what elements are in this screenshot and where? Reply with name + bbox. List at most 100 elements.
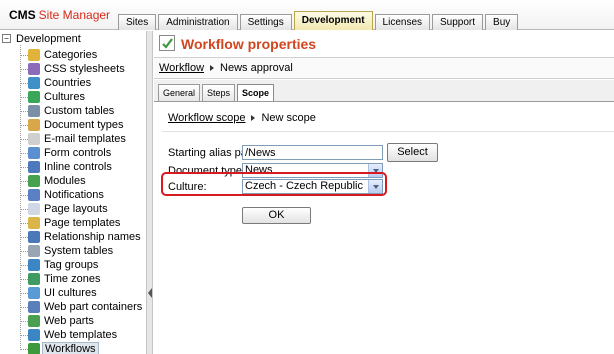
- scope-breadcrumb-link[interactable]: Workflow scope: [168, 112, 245, 124]
- logo-cms: CMS: [9, 8, 36, 22]
- tree-item-label: Workflows: [42, 342, 99, 354]
- tree-item-label: Document types: [44, 119, 124, 131]
- tree-item-form-controls[interactable]: Form controls: [20, 146, 113, 160]
- tree-item-web-parts[interactable]: Web parts: [20, 314, 96, 328]
- tree-item-time-zones[interactable]: Time zones: [20, 272, 102, 286]
- tab-administration[interactable]: Administration: [158, 14, 238, 30]
- tree-item-label: UI cultures: [44, 287, 97, 299]
- tree-item-ui-cultures[interactable]: UI cultures: [20, 286, 99, 300]
- tree-connector: [20, 124, 28, 126]
- tree-item-web-part-containers[interactable]: Web part containers: [20, 300, 144, 314]
- scope-breadcrumb-arrow-icon: [251, 115, 256, 121]
- tree-item-page-templates[interactable]: Page templates: [20, 216, 122, 230]
- relationship-icon: [28, 231, 40, 243]
- title-bar: Workflow properties: [154, 31, 614, 57]
- tree-connector: [20, 208, 28, 210]
- tree-item-document-types[interactable]: Document types: [20, 118, 125, 132]
- tree-root-development[interactable]: − Development: [2, 31, 81, 46]
- breadcrumb-workflow-link[interactable]: Workflow: [159, 62, 204, 74]
- tree-item-system-tables[interactable]: System tables: [20, 244, 115, 258]
- tab-steps[interactable]: Steps: [202, 84, 236, 101]
- email-icon: [28, 133, 40, 145]
- alias-path-input[interactable]: [242, 145, 383, 160]
- tree-connector: [20, 250, 28, 252]
- tree-item-css-stylesheets[interactable]: CSS stylesheets: [20, 62, 127, 76]
- section-divider: [162, 131, 614, 132]
- tree-connector: [20, 236, 28, 238]
- tree-root-label: Development: [16, 32, 81, 45]
- tree-item-label: CSS stylesheets: [44, 63, 125, 75]
- tree-item-label: Web parts: [44, 315, 94, 327]
- top-header: CMS Site Manager Sites Administration Set…: [0, 0, 614, 30]
- tree-item-label: Custom tables: [44, 105, 115, 117]
- web-part-containers-icon: [28, 301, 40, 313]
- tree-connector: [20, 180, 28, 182]
- ok-button[interactable]: OK: [242, 207, 311, 224]
- breadcrumb-current: News approval: [220, 62, 293, 74]
- tree-item-e-mail-templates[interactable]: E-mail templates: [20, 132, 128, 146]
- document-types-icon: [28, 119, 40, 131]
- tree-connector: [20, 292, 28, 294]
- modules-icon: [28, 175, 40, 187]
- tree-connector: [20, 110, 28, 112]
- tree-item-label: System tables: [44, 245, 114, 257]
- tree-item-custom-tables[interactable]: Custom tables: [20, 104, 116, 118]
- tree-item-label: Countries: [44, 77, 92, 89]
- table-icon: [28, 105, 40, 117]
- tree-item-workflows[interactable]: Workflows: [20, 342, 99, 354]
- tree-item-tag-groups[interactable]: Tag groups: [20, 258, 100, 272]
- tab-settings[interactable]: Settings: [239, 14, 292, 30]
- tree-item-inline-controls[interactable]: Inline controls: [20, 160, 114, 174]
- categories-icon: [28, 49, 40, 61]
- tab-scope[interactable]: Scope: [237, 84, 275, 102]
- scope-breadcrumb-current: New scope: [261, 112, 316, 124]
- tree-item-countries[interactable]: Countries: [20, 76, 93, 90]
- tree-connector: [20, 82, 28, 84]
- app-logo[interactable]: CMS Site Manager: [9, 8, 110, 22]
- tree-item-categories[interactable]: Categories: [20, 48, 99, 62]
- tree-connector: [20, 166, 28, 168]
- tree-item-page-layouts[interactable]: Page layouts: [20, 202, 110, 216]
- tab-buy[interactable]: Buy: [485, 14, 519, 30]
- tree-connector: [20, 68, 28, 70]
- breadcrumb: Workflow News approval: [154, 57, 614, 79]
- tree-item-notifications[interactable]: Notifications: [20, 188, 106, 202]
- tree-connector: [20, 222, 28, 224]
- tree-item-modules[interactable]: Modules: [20, 174, 88, 188]
- tree-connector: [20, 96, 28, 98]
- subtabs: General Steps Scope: [158, 84, 276, 102]
- tree-item-label: Page layouts: [44, 203, 108, 215]
- inline-controls-icon: [28, 161, 40, 173]
- collapse-pane-arrow-icon[interactable]: [148, 288, 152, 298]
- tree-connector: [20, 152, 28, 154]
- tab-development[interactable]: Development: [293, 11, 373, 30]
- tree-item-label: Inline controls: [44, 161, 112, 173]
- culture-highlight-box: [161, 172, 387, 196]
- tab-licenses[interactable]: Licenses: [374, 14, 430, 30]
- tree-item-relationship-names[interactable]: Relationship names: [20, 230, 143, 244]
- tree-item-web-templates[interactable]: Web templates: [20, 328, 119, 342]
- tree-item-label: Web part containers: [44, 301, 143, 313]
- tree-connector: [20, 306, 28, 308]
- tab-sites[interactable]: Sites: [118, 14, 157, 30]
- select-button[interactable]: Select: [387, 143, 438, 162]
- page-layouts-icon: [28, 203, 40, 215]
- collapse-icon[interactable]: −: [2, 34, 11, 43]
- pane-splitter[interactable]: [147, 31, 153, 354]
- development-tree: − Development Categories CSS stylesheets C…: [0, 31, 147, 354]
- css-stylesheets-icon: [28, 63, 40, 75]
- logo-product-name: Site Manager: [38, 8, 111, 22]
- tab-general[interactable]: General: [158, 84, 201, 101]
- tree-item-label: Web templates: [44, 329, 118, 341]
- breadcrumb-arrow-icon: [210, 65, 215, 71]
- tree-connector: [20, 334, 28, 336]
- tree-item-label: Relationship names: [44, 231, 141, 243]
- tab-support[interactable]: Support: [432, 14, 484, 30]
- tree-item-label: Tag groups: [44, 259, 99, 271]
- form-controls-icon: [28, 147, 40, 159]
- tree-item-label: Cultures: [44, 91, 85, 103]
- main-tabs: Sites Administration Settings Developmen…: [118, 11, 520, 30]
- subtabs-area: General Steps Scope: [154, 80, 614, 102]
- workflow-check-icon: [28, 343, 40, 354]
- tree-item-cultures[interactable]: Cultures: [20, 90, 87, 104]
